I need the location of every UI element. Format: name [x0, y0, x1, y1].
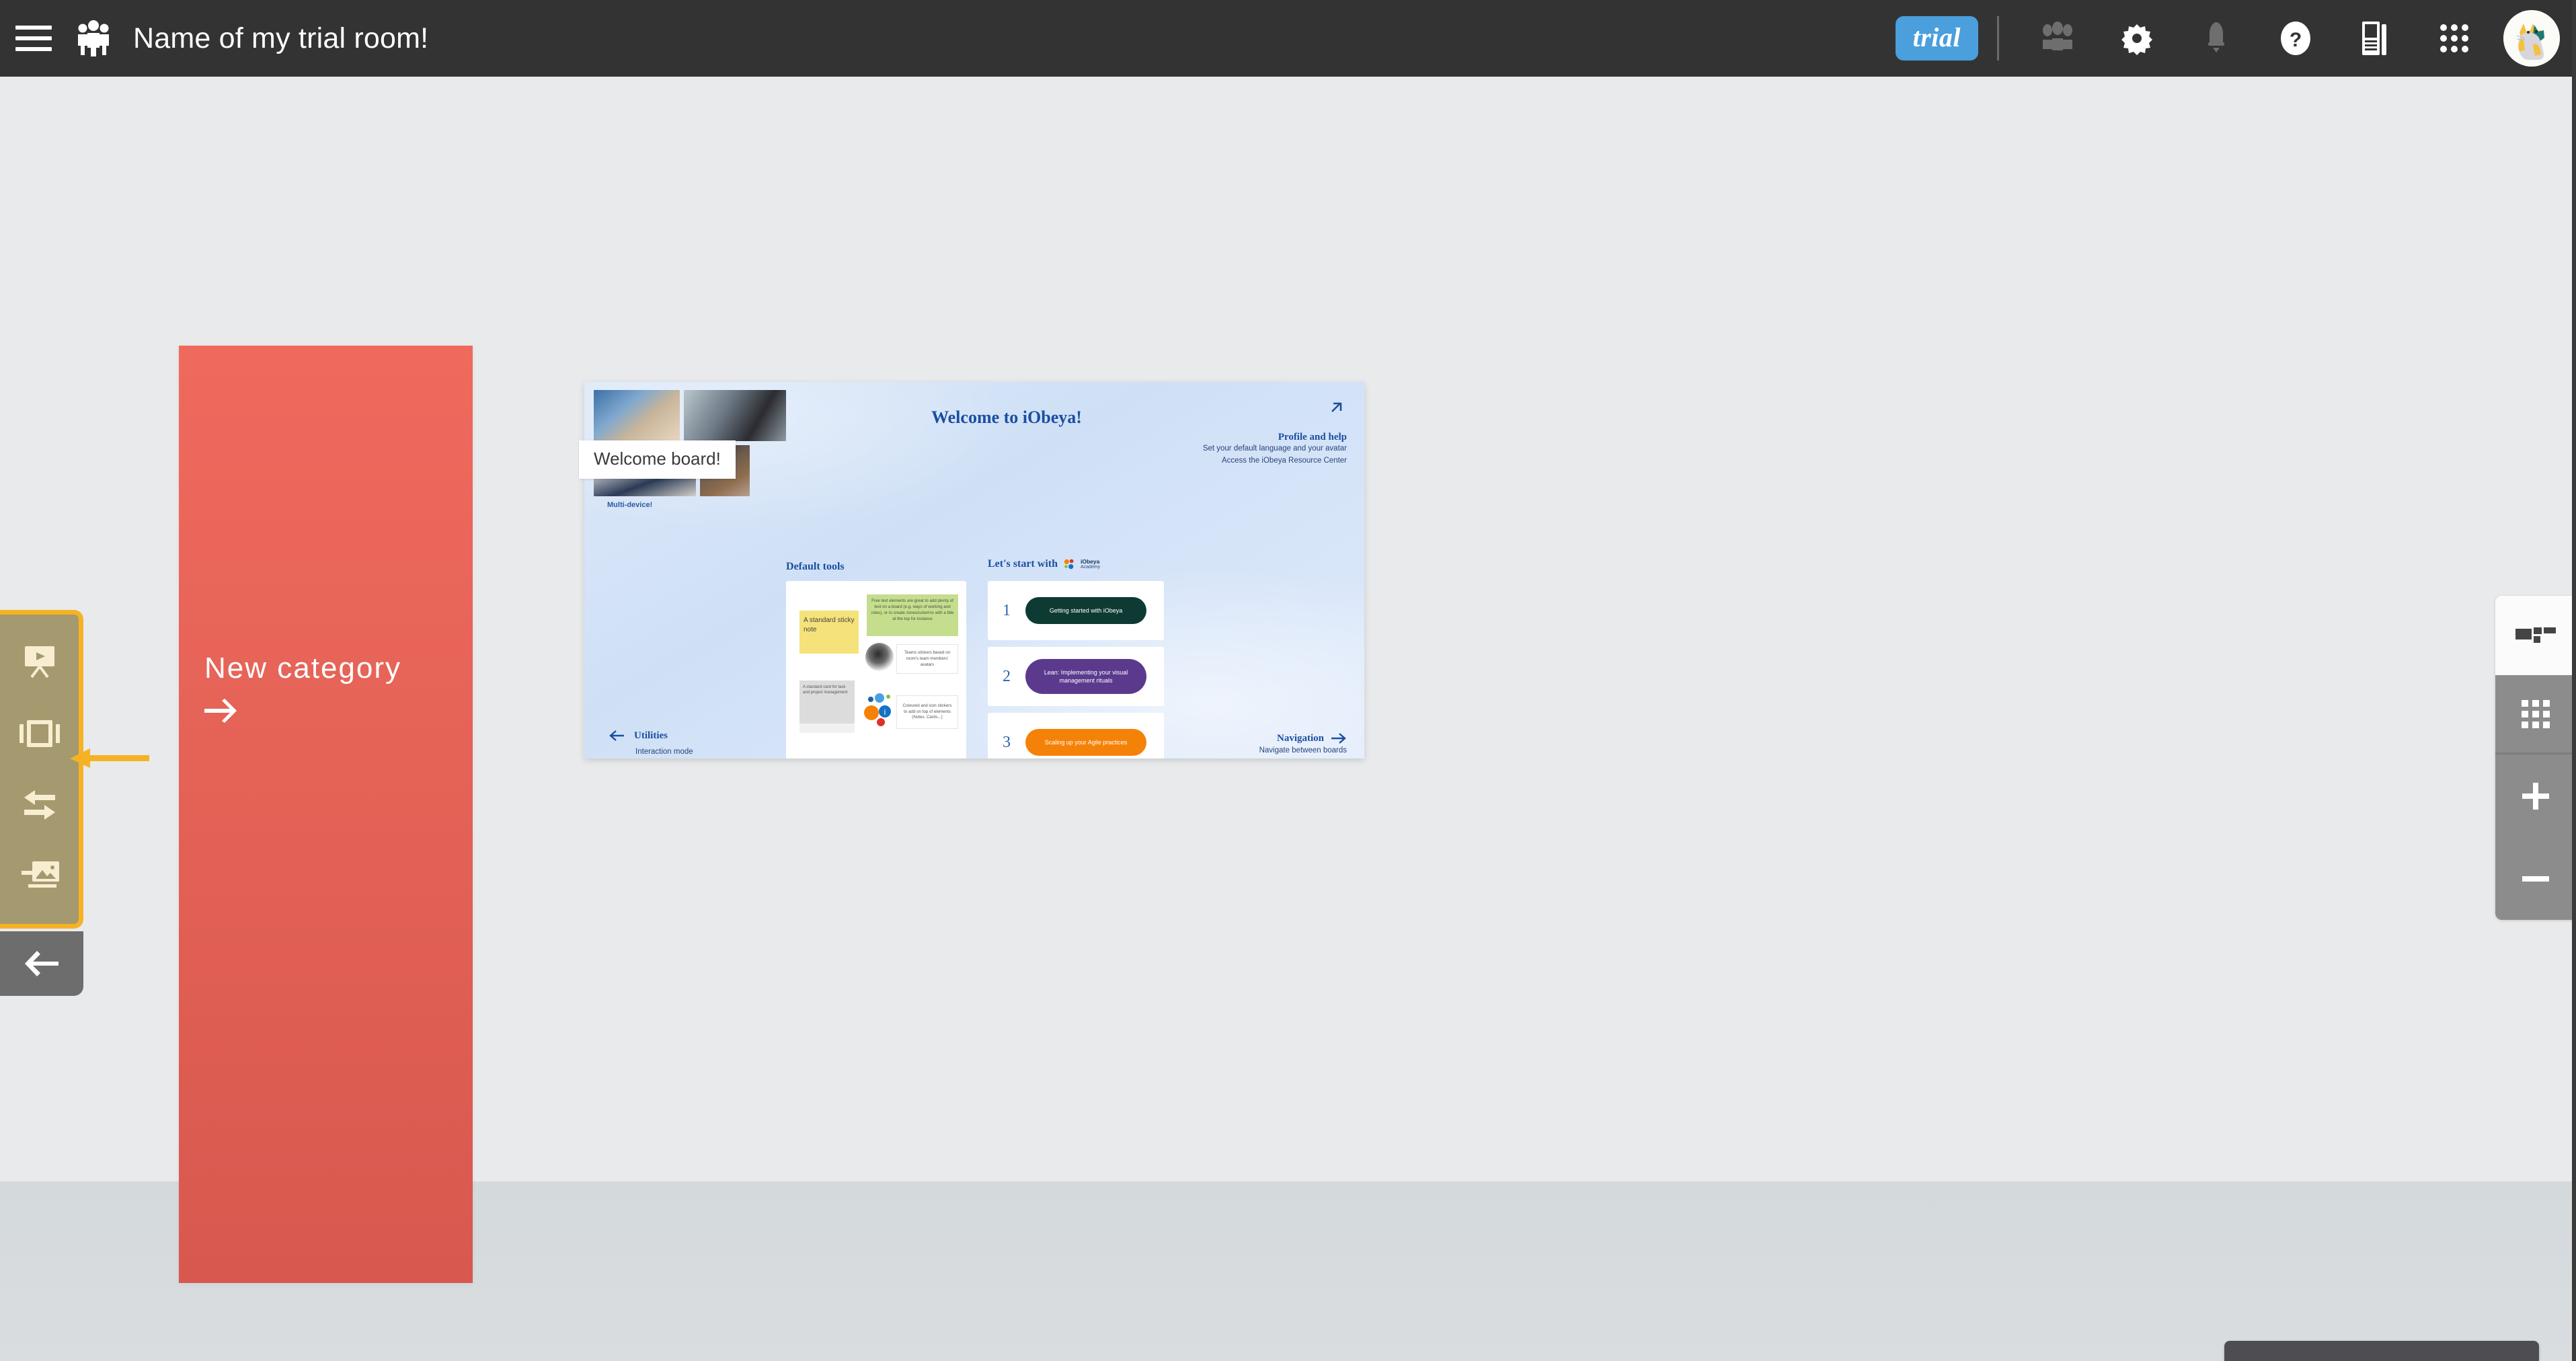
learning-path-row[interactable]: 1 Getting started with iObeya: [988, 581, 1164, 640]
window-right-edge: [2572, 0, 2576, 1361]
learning-path-number: 1: [1003, 601, 1011, 619]
gear-icon[interactable]: [2097, 0, 2177, 77]
learning-path-pill[interactable]: Scaling up your Agile practices: [1025, 728, 1146, 756]
free-text-sample: Free text elements are great to add plen…: [867, 594, 958, 636]
category-panel-new-category[interactable]: New category: [179, 346, 473, 1283]
svg-text:i: i: [884, 707, 886, 717]
board-tooltip: Welcome board!: [579, 440, 736, 479]
sticky-note-sample: A standard sticky note: [799, 611, 859, 654]
learning-path-pill[interactable]: Getting started with iObeya: [1025, 596, 1146, 625]
configure-room-button[interactable]: Configure the room: [2224, 1341, 2539, 1361]
hamburger-bar: [15, 26, 52, 30]
transition-arrows-icon[interactable]: [5, 773, 75, 837]
category-label: New category: [204, 652, 402, 685]
photo-tablet: [594, 390, 680, 441]
navigation-heading: Navigation: [1276, 732, 1324, 744]
board-section-profile-help: Profile and help Set your default langua…: [1203, 432, 1347, 467]
learning-path-number: 3: [1003, 733, 1011, 751]
photo-caption: Multi-device!: [607, 501, 653, 509]
hamburger-bar: [15, 36, 52, 40]
learning-path-row[interactable]: 2 Lean: Implementing your visual managem…: [988, 647, 1164, 706]
learning-path-row[interactable]: 3 Scaling up your Agile practices: [988, 713, 1164, 759]
bell-icon[interactable]: [2177, 0, 2256, 77]
svg-text:?: ?: [2290, 29, 2302, 51]
presentation-icon[interactable]: [5, 630, 75, 695]
learning-path-number: 2: [1003, 667, 1011, 685]
layout-tiles-icon[interactable]: [2495, 596, 2576, 675]
board-frame-icon[interactable]: [5, 701, 75, 766]
arrow-right-icon: [1331, 733, 1346, 744]
academy-label: iObeya Academy: [1080, 557, 1101, 570]
left-tool-dock: [0, 610, 149, 996]
board-section-navigation: Navigation Navigate between boards Zoom-…: [1259, 732, 1347, 759]
tool-dock-back-button[interactable]: [0, 931, 83, 996]
hamburger-menu-icon[interactable]: [0, 0, 67, 77]
color-stickers-sample: i: [864, 693, 891, 726]
card-sample-footer: [799, 724, 855, 733]
lets-start-heading-row: Let's start with iObeya Academy: [988, 558, 1100, 570]
apps-grid-icon[interactable]: [2415, 0, 2494, 77]
learning-paths-list: 1 Getting started with iObeya 2 Lean: Im…: [988, 581, 1164, 759]
academy-sub: Academy: [1080, 564, 1101, 570]
profile-help-line1: Set your default language and your avata…: [1202, 444, 1347, 453]
default-tools-card: A standard sticky note Free text element…: [786, 581, 966, 759]
iobeya-academy-logo-icon: [1064, 559, 1074, 570]
utilities-item: Interaction mode: [635, 748, 693, 756]
navigation-line1: Navigate between boards: [1259, 746, 1347, 754]
academy-name: iObeya: [1080, 557, 1100, 565]
photo-meeting: [684, 390, 786, 441]
utilities-list: Interaction mode Meeting facilitation to…: [635, 746, 718, 759]
profile-help-line2: Access the iObeya Resource Center: [1221, 456, 1347, 465]
zoom-in-icon[interactable]: [2495, 754, 2576, 837]
zoom-out-icon[interactable]: [2495, 837, 2576, 920]
navigation-heading-row: Navigation: [1259, 732, 1347, 745]
tool-dock-panel: [0, 610, 83, 929]
arrow-left-icon: [609, 730, 624, 741]
learning-path-pill[interactable]: Lean: Implementing your visual managemen…: [1025, 658, 1146, 695]
board-thumbnail-welcome-board[interactable]: Welcome to iObeya! Multi-device! Profile…: [584, 382, 1364, 759]
add-image-icon[interactable]: [5, 844, 75, 908]
team-sticker-desc: Teams stickers based on room's team memb…: [896, 644, 958, 674]
team-sticker-sample: [865, 643, 894, 671]
color-sticker-desc: Coloured and icon stickers to add on top…: [896, 695, 958, 729]
profile-help-heading: Profile and help: [1278, 432, 1347, 442]
hamburger-bar: [15, 47, 52, 51]
navigation-line2: Zoom-in and out: [1259, 757, 1347, 759]
help-icon[interactable]: ?: [2256, 0, 2335, 77]
arrow-right-icon: [204, 699, 237, 723]
default-tools-heading: Default tools: [786, 561, 845, 572]
top-bar-actions: trial ?: [1895, 0, 2576, 77]
photo-row: [594, 390, 789, 441]
card-sample: A standard card for task and project man…: [799, 680, 855, 724]
members-icon[interactable]: [2018, 0, 2097, 77]
avatar[interactable]: [2503, 10, 2560, 67]
trial-badge: trial: [1895, 16, 1978, 61]
toolbar-divider: [1997, 16, 1999, 61]
page-title: Name of my trial room!: [133, 22, 429, 54]
top-bar: Name of my trial room! trial ?: [0, 0, 2576, 77]
people-group-icon: [67, 0, 120, 77]
room-canvas: New category Welcome to iObeya! Multi-de…: [0, 77, 2576, 1361]
lets-start-heading: Let's start with: [988, 558, 1058, 570]
grid-icon[interactable]: [2495, 675, 2576, 754]
board-zoom-panel: [2495, 596, 2576, 920]
resource-center-icon[interactable]: [2335, 0, 2415, 77]
utilities-heading: Utilities: [634, 730, 668, 741]
utilities-heading-row: Utilities: [609, 729, 718, 742]
board-section-utilities: Utilities Interaction mode Meeting facil…: [609, 729, 718, 759]
arrow-up-right-icon: [1331, 402, 1342, 412]
